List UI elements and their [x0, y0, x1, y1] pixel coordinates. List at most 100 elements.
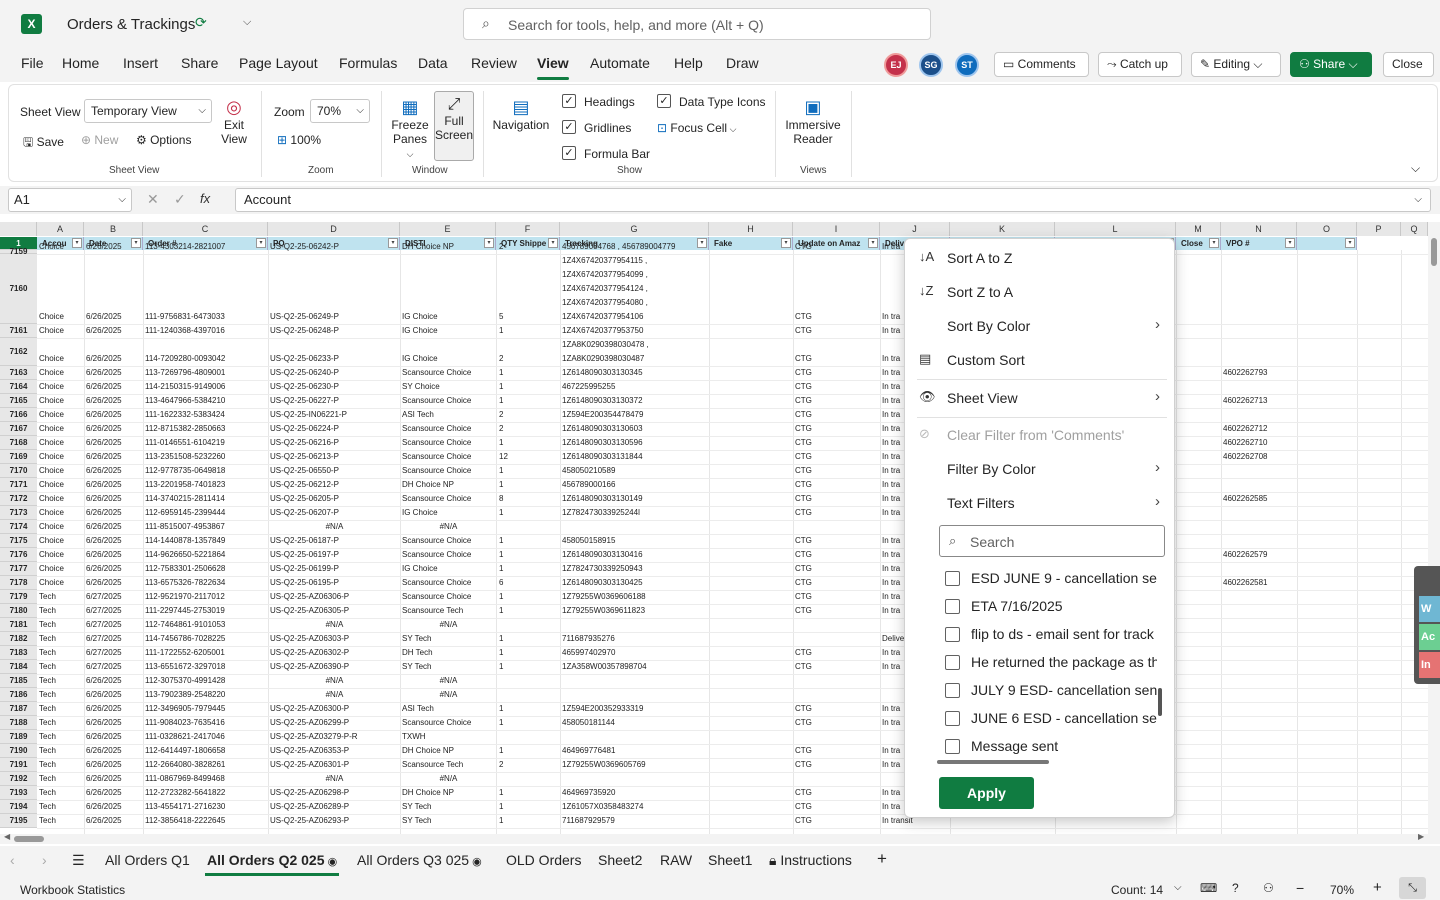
scroll-thumb[interactable] [14, 836, 44, 842]
sheet-view-select[interactable]: Temporary View ⌵ [84, 99, 212, 123]
table-cell[interactable]: Choice [39, 452, 83, 461]
table-cell[interactable]: CTG [795, 760, 879, 769]
column-header[interactable]: D [268, 222, 400, 236]
table-cell[interactable]: 111-9756831-6473033 [145, 312, 267, 321]
menu-home[interactable]: Home [62, 55, 99, 71]
table-cell[interactable]: 4602262712 [1223, 424, 1296, 433]
row-number[interactable]: 7190 [0, 744, 37, 758]
row-number[interactable]: 7184 [0, 660, 37, 674]
table-cell[interactable]: CTG [795, 480, 879, 489]
table-cell[interactable]: Tech [39, 760, 83, 769]
column-header[interactable]: F [496, 222, 560, 236]
column-header[interactable]: P [1357, 222, 1401, 236]
table-cell[interactable]: 1 [499, 466, 560, 475]
avatar-st[interactable]: ST [955, 53, 979, 77]
horizontal-scrollbar[interactable]: ◀ ▶ [0, 832, 1440, 844]
table-cell[interactable]: #N/A [270, 676, 399, 685]
side-panel-item[interactable]: W [1419, 596, 1440, 622]
table-cell[interactable]: DH Choice NP [402, 242, 495, 251]
table-cell[interactable]: 6/26/2025 [86, 536, 142, 545]
table-cell[interactable]: 1Z6148090303130416 [562, 550, 708, 559]
sort-a-to-z[interactable]: Sort A to Z [947, 250, 1012, 266]
table-cell[interactable]: 112-3496905-7979445 [145, 704, 267, 713]
table-cell[interactable]: 1 [499, 438, 560, 447]
chevron-down-icon[interactable]: ⌵ [243, 16, 251, 29]
row-number[interactable]: 7192 [0, 772, 37, 786]
table-cell[interactable]: CTG [795, 312, 879, 321]
table-cell[interactable]: Scansource Tech [402, 606, 495, 615]
table-cell[interactable]: 1 [499, 718, 560, 727]
row-number[interactable]: 7185 [0, 674, 37, 688]
table-cell[interactable]: US-Q2-25-06187-P [270, 536, 399, 545]
table-cell[interactable]: Tech [39, 662, 83, 671]
table-cell[interactable]: 1Z79255W0369611823 [562, 606, 708, 615]
header-cell[interactable]: Fake ▾ [709, 237, 793, 250]
table-cell[interactable]: 1 [499, 648, 560, 657]
table-cell[interactable]: US-Q2-25-AZ03279-P-R [270, 732, 399, 741]
table-cell[interactable]: 6/26/2025 [86, 438, 142, 447]
table-cell[interactable]: 112-7583301-2506628 [145, 564, 267, 573]
table-cell[interactable]: 2 [499, 354, 560, 363]
table-cell[interactable]: ASI Tech [402, 704, 495, 713]
sort-z-to-a[interactable]: Sort Z to A [947, 284, 1013, 300]
table-cell[interactable]: CTG [795, 382, 879, 391]
catch-up-button[interactable]: ⤳ Catch up [1098, 52, 1182, 77]
filter-value-item[interactable]: ETA 7/16/2025 [945, 597, 1157, 619]
table-cell[interactable]: CTG [795, 718, 879, 727]
focus-cell-button[interactable]: ⊡ Focus Cell ⌵ [657, 121, 736, 135]
table-cell[interactable]: CTG [795, 396, 879, 405]
table-cell[interactable]: #N/A [402, 676, 495, 685]
table-cell[interactable]: 111-1722552-6205001 [145, 648, 267, 657]
table-cell[interactable]: 1Z6148090303130603 [562, 424, 708, 433]
table-cell[interactable]: 114-1440878-1357849 [145, 536, 267, 545]
column-header[interactable]: J [880, 222, 950, 236]
table-cell[interactable]: 1Z4X67420377954106 [562, 312, 708, 321]
row-number[interactable]: 7176 [0, 548, 37, 562]
table-cell[interactable]: US-Q2-25-AZ06298-P [270, 788, 399, 797]
menu-share[interactable]: Share [181, 55, 218, 71]
table-cell[interactable]: 112-6959145-2399444 [145, 508, 267, 517]
table-cell[interactable]: Tech [39, 718, 83, 727]
table-cell[interactable]: CTG [795, 536, 879, 545]
filter-dropdown-icon[interactable]: ▾ [1209, 238, 1219, 248]
chevron-down-icon[interactable]: ⌵ [1174, 882, 1182, 893]
table-cell[interactable]: 113-4647966-5384210 [145, 396, 267, 405]
table-cell[interactable]: CTG [795, 704, 879, 713]
table-cell[interactable]: IG Choice [402, 312, 495, 321]
table-cell[interactable]: 458050181144 [562, 718, 708, 727]
row-number[interactable]: 7189 [0, 730, 37, 744]
table-cell[interactable]: #N/A [270, 774, 399, 783]
table-cell[interactable]: 1ZA358W00357898704 [562, 662, 708, 671]
table-cell[interactable]: 1Z61057X0358483274 [562, 802, 708, 811]
table-cell[interactable]: CTG [795, 648, 879, 657]
row-number[interactable]: 7168 [0, 436, 37, 450]
table-cell[interactable]: 1Z6148090303130149 [562, 494, 708, 503]
table-cell[interactable]: US-Q2-25-IN06221-P [270, 410, 399, 419]
table-cell[interactable]: Tech [39, 592, 83, 601]
table-cell[interactable]: 2 [499, 410, 560, 419]
workbook-statistics[interactable]: Workbook Statistics [20, 883, 125, 897]
table-cell[interactable]: CTG [795, 242, 879, 251]
table-cell[interactable]: 1Z6148090303130372 [562, 396, 708, 405]
filter-value-item[interactable]: Message sent [945, 737, 1157, 759]
scroll-thumb[interactable] [1431, 238, 1437, 266]
table-cell[interactable]: 6/26/2025 [86, 550, 142, 559]
table-cell[interactable]: 113-7269796-4809001 [145, 368, 267, 377]
row-number[interactable]: 7171 [0, 478, 37, 492]
zoom-100-button[interactable]: ⊞ 100% [277, 133, 321, 147]
filter-value-item[interactable]: ESD JUNE 9 - cancellation sen [945, 569, 1157, 591]
table-cell[interactable]: CTG [795, 662, 879, 671]
row-number[interactable]: 7194 [0, 800, 37, 814]
table-cell[interactable]: US-Q2-25-AZ06305-P [270, 606, 399, 615]
row-number[interactable]: 7162 [0, 338, 37, 366]
table-cell[interactable]: Choice [39, 536, 83, 545]
table-cell[interactable]: Tech [39, 774, 83, 783]
table-cell[interactable]: #N/A [402, 690, 495, 699]
data-type-icons-checkbox[interactable]: ✓ [657, 94, 671, 108]
tab-sheet2[interactable]: Sheet2 [598, 852, 642, 868]
row-number[interactable]: 7182 [0, 632, 37, 646]
table-cell[interactable]: 711687935276 [562, 634, 708, 643]
table-cell[interactable]: Choice [39, 466, 83, 475]
freeze-panes-button[interactable]: ▦ Freeze Panes ⌵ [389, 97, 431, 159]
table-cell[interactable]: Choice [39, 326, 83, 335]
